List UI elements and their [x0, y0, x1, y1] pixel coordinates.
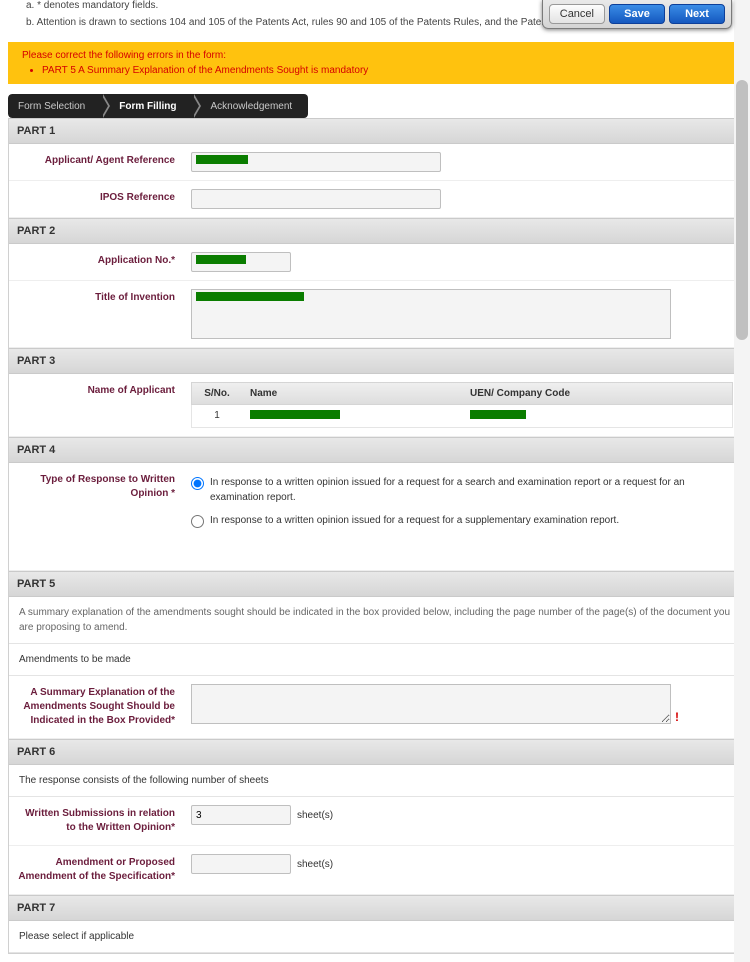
scrollbar[interactable] [734, 0, 750, 962]
next-button[interactable]: Next [669, 4, 725, 24]
response-opt2-text: In response to a written opinion issued … [210, 513, 619, 528]
title-invention-label: Title of Invention [9, 281, 183, 347]
app-no-input[interactable] [191, 252, 291, 272]
applicant-table-head: S/No. Name UEN/ Company Code [191, 382, 733, 405]
crumb-form-selection[interactable]: Form Selection [8, 94, 101, 118]
save-button[interactable]: Save [609, 4, 665, 24]
th-name: Name [242, 383, 462, 404]
part7-hint: Please select if applicable [9, 921, 741, 953]
applicant-ref-label: Applicant/ Agent Reference [9, 144, 183, 180]
amend-spec-input[interactable] [191, 854, 291, 874]
th-uen: UEN/ Company Code [462, 383, 732, 404]
part7-head: PART 7 [9, 895, 741, 921]
th-sno: S/No. [192, 383, 242, 404]
part6-hint: The response consists of the following n… [9, 765, 741, 797]
summary-label: A Summary Explanation of the Amendments … [9, 676, 183, 738]
amend-spec-label: Amendment or Proposed Amendment of the S… [9, 846, 183, 894]
summary-error-icon: ! [675, 710, 679, 724]
title-invention-input[interactable] [191, 289, 671, 339]
part4-head: PART 4 [9, 437, 741, 463]
breadcrumb: Form Selection Form Filling Acknowledgem… [8, 94, 742, 118]
part5-sub: Amendments to be made [9, 644, 741, 676]
part2-head: PART 2 [9, 218, 741, 244]
written-sub-input[interactable] [191, 805, 291, 825]
summary-input[interactable] [191, 684, 671, 724]
part6-head: PART 6 [9, 739, 741, 765]
action-bar-inner: Cancel Save Next [542, 0, 732, 29]
td-uen [462, 405, 732, 427]
written-sub-unit: sheet(s) [297, 810, 333, 821]
response-type-label: Type of Response to Written Opinion * [9, 463, 183, 570]
response-opt1[interactable]: In response to a written opinion issued … [191, 471, 733, 509]
response-opt1-radio[interactable] [191, 477, 204, 490]
ipos-ref-label: IPOS Reference [9, 181, 183, 217]
error-title: Please correct the following errors in t… [22, 50, 734, 61]
response-opt1-text: In response to a written opinion issued … [210, 475, 733, 505]
crumb-acknowledgement[interactable]: Acknowledgement [192, 94, 308, 118]
name-applicant-label: Name of Applicant [9, 374, 183, 436]
form-shell: PART 1 Applicant/ Agent Reference IPOS R… [8, 118, 742, 954]
app-no-label: Application No.* [9, 244, 183, 280]
table-row: 1 [191, 405, 733, 428]
scroll-thumb[interactable] [736, 80, 748, 340]
response-opt2[interactable]: In response to a written opinion issued … [191, 509, 733, 532]
crumb-form-filling[interactable]: Form Filling [101, 94, 192, 118]
ipos-ref-input[interactable] [191, 189, 441, 209]
part5-hint: A summary explanation of the amendments … [9, 597, 741, 644]
td-sno: 1 [192, 405, 242, 427]
part3-head: PART 3 [9, 348, 741, 374]
td-name [242, 405, 462, 427]
error-item: PART 5 A Summary Explanation of the Amen… [42, 65, 734, 76]
amend-spec-unit: sheet(s) [297, 859, 333, 870]
cancel-button[interactable]: Cancel [549, 4, 605, 24]
part5-head: PART 5 [9, 571, 741, 597]
part1-head: PART 1 [9, 118, 741, 144]
response-opt2-radio[interactable] [191, 515, 204, 528]
applicant-ref-input[interactable] [191, 152, 441, 172]
action-bar: Cancel Save Next [542, 0, 732, 29]
error-box: Please correct the following errors in t… [8, 42, 742, 84]
written-sub-label: Written Submissions in relation to the W… [9, 797, 183, 845]
